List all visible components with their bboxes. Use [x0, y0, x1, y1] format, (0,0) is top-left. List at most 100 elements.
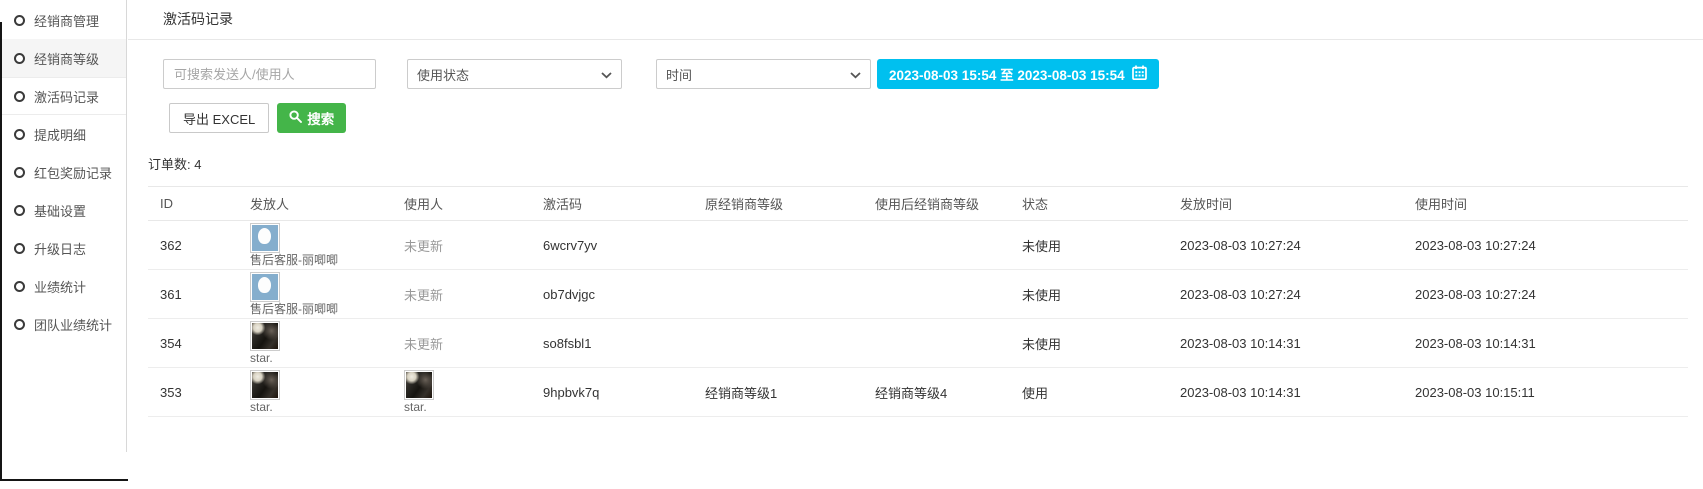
- status: 未使用: [1010, 221, 1168, 270]
- sidebar-item-8[interactable]: 团队业绩统计: [0, 305, 126, 343]
- sidebar-item-5[interactable]: 基础设置: [0, 191, 126, 229]
- send-time: 2023-08-03 10:14:31: [1168, 368, 1403, 417]
- photo-avatar: [404, 370, 434, 400]
- column-header: 使用时间: [1403, 187, 1688, 221]
- sidebar-item-1[interactable]: 经销商等级: [0, 39, 126, 77]
- old-level: [693, 221, 863, 270]
- old-level: [693, 270, 863, 319]
- person-cell: 售后客服-丽唧唧: [238, 270, 392, 319]
- person-cell: 售后客服-丽唧唧: [238, 221, 392, 270]
- time-select[interactable]: 时间: [656, 59, 871, 89]
- person-cell: star.: [238, 319, 392, 368]
- calendar-icon: [1132, 65, 1147, 83]
- time-select-value: 时间: [666, 65, 692, 84]
- circle-icon: [14, 167, 25, 178]
- sidebar-item-0[interactable]: 经销商管理: [0, 1, 126, 39]
- old-level: [693, 319, 863, 368]
- search-button-label: 搜索: [307, 108, 334, 128]
- person-cell: star.: [238, 368, 392, 417]
- order-count: 订单数: 4: [148, 154, 1703, 173]
- circle-icon: [14, 243, 25, 254]
- circle-icon: [14, 15, 25, 26]
- circle-icon: [14, 281, 25, 292]
- column-header: 发放时间: [1168, 187, 1403, 221]
- circle-icon: [14, 91, 25, 102]
- use-time: 2023-08-03 10:14:31: [1403, 319, 1688, 368]
- sidebar-item-label: 红包奖励记录: [34, 163, 112, 182]
- default-avatar: [250, 223, 280, 253]
- date-range-button[interactable]: 2023-08-03 15:54 至 2023-08-03 15:54: [877, 59, 1159, 89]
- status-select-value: 使用状态: [417, 65, 469, 84]
- person-cell: 未更新: [392, 319, 531, 368]
- status-select[interactable]: 使用状态: [407, 59, 622, 89]
- date-range-text: 2023-08-03 15:54 至 2023-08-03 15:54: [889, 64, 1125, 84]
- sidebar-item-4[interactable]: 红包奖励记录: [0, 153, 126, 191]
- use-time: 2023-08-03 10:27:24: [1403, 270, 1688, 319]
- old-level: 经销商等级1: [693, 368, 863, 417]
- table-header-row: ID发放人使用人激活码原经销商等级使用后经销商等级状态发放时间使用时间: [148, 187, 1688, 221]
- status: 使用: [1010, 368, 1168, 417]
- avatar-image: [252, 323, 278, 349]
- chevron-down-icon: [601, 67, 612, 82]
- activation-code: so8fsbl1: [531, 319, 693, 368]
- send-time: 2023-08-03 10:27:24: [1168, 270, 1403, 319]
- main-content: 激活码记录 使用状态 时间 2023-08-03 15:54 至 2023-08…: [128, 0, 1703, 489]
- column-header: ID: [148, 187, 238, 221]
- person-name: star.: [250, 401, 380, 414]
- person-name: star.: [404, 401, 519, 414]
- sidebar: 经销商管理经销商等级激活码记录提成明细红包奖励记录基础设置升级日志业绩统计团队业…: [0, 0, 127, 452]
- sidebar-item-2[interactable]: 激活码记录: [0, 77, 126, 115]
- circle-icon: [14, 319, 25, 330]
- sidebar-item-label: 升级日志: [34, 239, 86, 258]
- circle-icon: [14, 205, 25, 216]
- sidebar-item-label: 业绩统计: [34, 277, 86, 296]
- column-header: 发放人: [238, 187, 392, 221]
- circle-icon: [14, 129, 25, 140]
- column-header: 使用后经销商等级: [863, 187, 1010, 221]
- person-silhouette: [258, 228, 271, 244]
- photo-avatar: [250, 321, 280, 351]
- photo-avatar: [250, 370, 280, 400]
- search-input[interactable]: [163, 59, 376, 89]
- person-name: 售后客服-丽唧唧: [250, 303, 380, 316]
- order-count-value: 4: [194, 157, 201, 172]
- row-id: 354: [148, 319, 238, 368]
- sidebar-item-label: 基础设置: [34, 201, 86, 220]
- default-avatar: [250, 272, 280, 302]
- table-row: 361售后客服-丽唧唧未更新ob7dvjgc未使用2023-08-03 10:2…: [148, 270, 1688, 319]
- sidebar-item-label: 团队业绩统计: [34, 315, 112, 334]
- person-cell: 未更新: [392, 270, 531, 319]
- page-title: 激活码记录: [128, 0, 1703, 40]
- sidebar-item-6[interactable]: 升级日志: [0, 229, 126, 267]
- send-time: 2023-08-03 10:27:24: [1168, 221, 1403, 270]
- sidebar-item-label: 经销商管理: [34, 11, 99, 30]
- sidebar-item-label: 提成明细: [34, 125, 86, 144]
- chevron-down-icon: [850, 67, 861, 82]
- sidebar-item-label: 激活码记录: [34, 87, 99, 106]
- circle-icon: [14, 53, 25, 64]
- sidebar-item-3[interactable]: 提成明细: [0, 115, 126, 153]
- window-left-edge: [0, 22, 2, 481]
- export-excel-button[interactable]: 导出 EXCEL: [169, 103, 269, 133]
- person-name: 未更新: [404, 239, 443, 254]
- avatar-image: [252, 225, 278, 251]
- new-level: [863, 221, 1010, 270]
- person-silhouette: [258, 277, 271, 293]
- person-cell: 未更新: [392, 221, 531, 270]
- use-time: 2023-08-03 10:15:11: [1403, 368, 1688, 417]
- person-name: star.: [250, 352, 380, 365]
- row-id: 362: [148, 221, 238, 270]
- new-level: [863, 270, 1010, 319]
- new-level: 经销商等级4: [863, 368, 1010, 417]
- person-name: 未更新: [404, 337, 443, 352]
- sidebar-item-label: 经销商等级: [34, 49, 99, 68]
- filter-bar: 使用状态 时间 2023-08-03 15:54 至 2023-08-03 15…: [163, 59, 1703, 89]
- column-header: 状态: [1010, 187, 1168, 221]
- window-bottom-edge: [0, 479, 129, 481]
- person-name: 售后客服-丽唧唧: [250, 254, 380, 267]
- sidebar-item-7[interactable]: 业绩统计: [0, 267, 126, 305]
- column-header: 使用人: [392, 187, 531, 221]
- table-row: 362售后客服-丽唧唧未更新6wcrv7yv未使用2023-08-03 10:2…: [148, 221, 1688, 270]
- search-button[interactable]: 搜索: [277, 103, 346, 133]
- order-count-label: 订单数:: [148, 157, 191, 172]
